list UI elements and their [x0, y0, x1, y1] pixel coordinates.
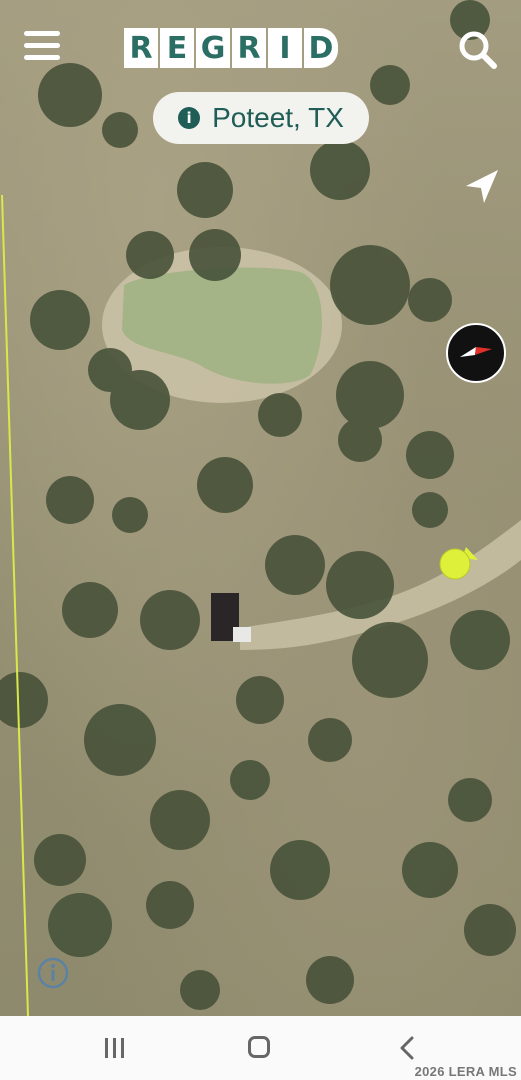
menu-bar — [24, 43, 60, 48]
user-location-dot — [439, 548, 471, 580]
recent-bar — [105, 1038, 108, 1058]
parcel-boundary-line — [1, 194, 29, 1016]
logo-letter: R — [124, 28, 158, 68]
compass-icon[interactable] — [446, 323, 506, 383]
logo-letter: D — [304, 28, 338, 68]
menu-bar — [24, 55, 60, 60]
menu-bar — [24, 31, 60, 36]
navigation-arrow-icon[interactable] — [462, 166, 502, 206]
logo-letter: R — [232, 28, 266, 68]
watermark: 2026 LERA MLS — [414, 1064, 517, 1079]
recent-bar — [113, 1038, 116, 1058]
info-icon: i — [178, 107, 201, 129]
logo-letter: I — [268, 28, 302, 68]
logo-letter: E — [160, 28, 194, 68]
satellite-map[interactable] — [0, 0, 521, 1016]
location-label: Poteet, TX — [212, 102, 344, 133]
home-icon[interactable] — [248, 1036, 270, 1058]
building-shed — [233, 627, 251, 642]
search-icon[interactable] — [456, 28, 500, 72]
location-pill[interactable]: i Poteet, TX — [153, 92, 369, 144]
logo-letter: G — [196, 28, 230, 68]
regrid-logo: R E G R I D — [124, 28, 338, 68]
map-info-icon[interactable] — [36, 956, 70, 990]
recent-apps-icon[interactable] — [104, 1038, 126, 1058]
hamburger-menu-icon[interactable] — [22, 28, 64, 64]
aerial-imagery — [0, 0, 521, 1016]
back-icon[interactable] — [396, 1036, 418, 1060]
recent-bar — [121, 1038, 124, 1058]
